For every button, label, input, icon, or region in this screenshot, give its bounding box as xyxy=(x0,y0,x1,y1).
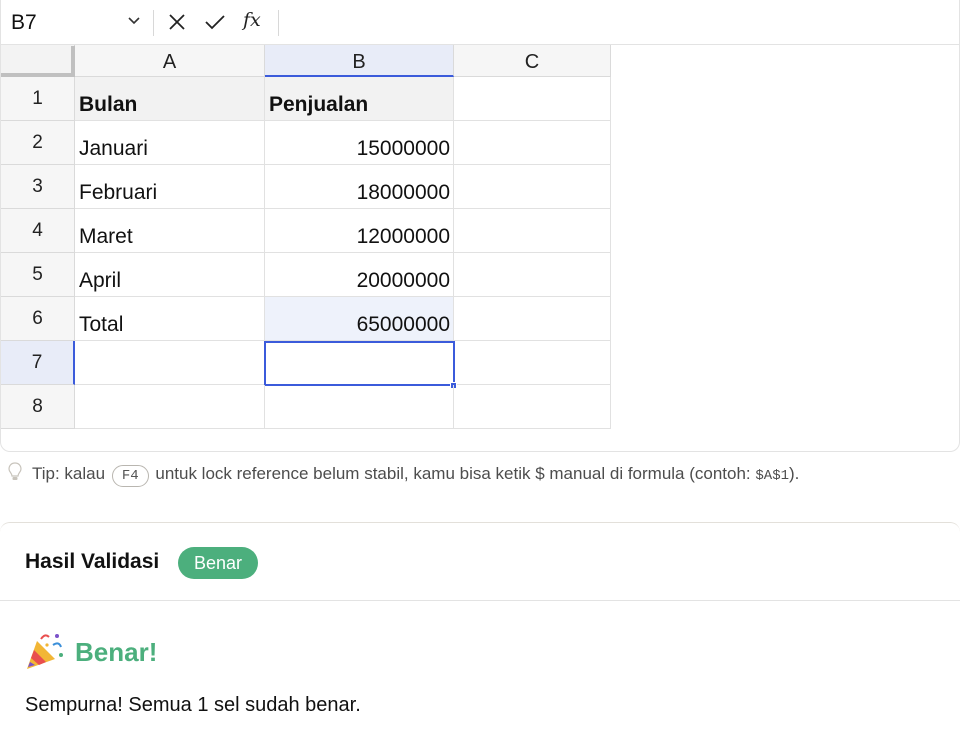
lightbulb-icon xyxy=(8,462,22,480)
cell-c5[interactable] xyxy=(454,253,611,297)
tip-suffix: ). xyxy=(789,464,800,483)
divider xyxy=(278,10,279,36)
tip-middle: untuk lock reference belum stabil, kamu … xyxy=(155,464,751,483)
column-header-c[interactable]: C xyxy=(454,45,611,77)
cell-c4[interactable] xyxy=(454,209,611,253)
cell-a2[interactable]: Januari xyxy=(75,121,265,165)
row-header-7[interactable]: 7 xyxy=(1,341,75,385)
cell-b3[interactable]: 18000000 xyxy=(265,165,454,209)
row-header-3[interactable]: 3 xyxy=(1,165,75,209)
success-title: Benar! xyxy=(75,637,158,667)
row-header-2[interactable]: 2 xyxy=(1,121,75,165)
cancel-icon[interactable] xyxy=(167,12,187,32)
success-message: Sempurna! Semua 1 sel sudah benar. xyxy=(25,694,361,716)
cell-c6[interactable] xyxy=(454,297,611,341)
cell-a1[interactable]: Bulan xyxy=(75,77,265,121)
cell-a4[interactable]: Maret xyxy=(75,209,265,253)
formula-input[interactable] xyxy=(291,8,951,36)
row-header-4[interactable]: 4 xyxy=(1,209,75,253)
cell-b1[interactable]: Penjualan xyxy=(265,77,454,121)
spreadsheet-panel: B7 fx A B C 1 2 3 4 5 6 7 8 Bulan Penjua… xyxy=(0,0,960,452)
row-header-5[interactable]: 5 xyxy=(1,253,75,297)
column-header-a[interactable]: A xyxy=(75,45,265,77)
cell-c3[interactable] xyxy=(454,165,611,209)
key-badge-f4: F4 xyxy=(111,465,149,487)
tip-prefix: Tip: kalau xyxy=(32,464,106,483)
cell-c1[interactable] xyxy=(454,77,611,121)
tip-text: Tip: kalau F4 untuk lock reference belum… xyxy=(8,462,800,487)
confirm-icon[interactable] xyxy=(204,12,226,32)
row-header-6[interactable]: 6 xyxy=(1,297,75,341)
cell-b6[interactable]: 65000000 xyxy=(265,297,454,341)
tip-example: $A$1 xyxy=(755,468,789,484)
cell-a7[interactable] xyxy=(75,341,265,385)
function-icon[interactable]: fx xyxy=(243,9,261,31)
party-popper-icon xyxy=(27,634,63,669)
cell-c8[interactable] xyxy=(454,385,611,429)
cell-b4[interactable]: 12000000 xyxy=(265,209,454,253)
row-header-1[interactable]: 1 xyxy=(1,77,75,121)
status-badge: Benar xyxy=(178,547,259,579)
cell-b2[interactable]: 15000000 xyxy=(265,121,454,165)
validation-result-panel: Hasil Validasi Benar Benar! Sempurna! Se… xyxy=(0,522,960,734)
cell-c7[interactable] xyxy=(454,341,611,385)
column-header-b[interactable]: B xyxy=(265,45,454,77)
cell-b8[interactable] xyxy=(265,385,454,429)
row-header-8[interactable]: 8 xyxy=(1,385,75,429)
cell-b5[interactable]: 20000000 xyxy=(265,253,454,297)
divider xyxy=(153,10,154,36)
cell-c2[interactable] xyxy=(454,121,611,165)
result-header: Hasil Validasi Benar xyxy=(0,523,960,601)
cell-a6[interactable]: Total xyxy=(75,297,265,341)
chevron-down-icon[interactable] xyxy=(127,14,141,28)
formula-bar: B7 fx xyxy=(1,0,959,45)
cell-a5[interactable]: April xyxy=(75,253,265,297)
select-all-corner[interactable] xyxy=(1,45,75,77)
cell-b7-selected[interactable] xyxy=(264,341,455,386)
cell-reference-box[interactable]: B7 xyxy=(11,9,131,37)
spreadsheet-grid: A B C 1 2 3 4 5 6 7 8 Bulan Penjualan Ja… xyxy=(1,45,611,431)
result-title: Hasil Validasi xyxy=(25,550,160,573)
cell-a3[interactable]: Februari xyxy=(75,165,265,209)
cell-a8[interactable] xyxy=(75,385,265,429)
